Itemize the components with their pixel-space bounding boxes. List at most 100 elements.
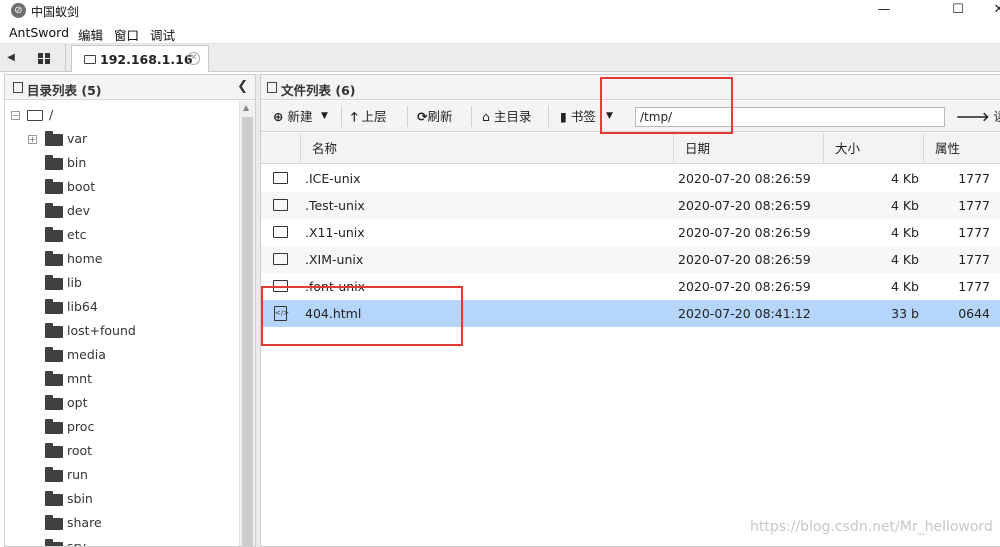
folder-outline-icon	[273, 253, 288, 265]
folder-icon	[45, 323, 63, 338]
tree-item-run[interactable]: run	[5, 463, 235, 487]
file-row[interactable]: .ICE-unix 2020-07-20 08:26:59 4 Kb 1777	[261, 165, 1000, 192]
tree-item-label: var	[67, 131, 88, 146]
column-header-attr[interactable]: 属性	[924, 133, 1000, 164]
folder-icon	[45, 419, 63, 434]
directory-panel: 目录列表 (5) ❮ − / + var bin boot dev etc home lib l…	[4, 74, 256, 547]
scroll-up-icon[interactable]: ▲	[243, 103, 249, 112]
folder-icon	[84, 55, 96, 64]
cell-attr: 1777	[958, 279, 990, 294]
tab-scroll-left-icon[interactable]: ◀	[4, 44, 18, 72]
file-row[interactable]: .Test-unix 2020-07-20 08:26:59 4 Kb 1777	[261, 192, 1000, 219]
folder-outline-icon	[273, 172, 288, 184]
tree-item-label: home	[67, 251, 103, 266]
title-bar: ⊘ 中国蚁剑 — ☐ ✕	[0, 0, 1000, 22]
highlight-box-file	[261, 286, 463, 346]
home-icon: ⌂	[482, 109, 490, 124]
column-header-date[interactable]: 日期	[674, 133, 824, 164]
tree-item-boot[interactable]: boot	[5, 175, 235, 199]
cell-name: .Test-unix	[305, 198, 365, 213]
tree-item-etc[interactable]: etc	[5, 223, 235, 247]
tree-item-dev[interactable]: dev	[5, 199, 235, 223]
tree-item-home[interactable]: home	[5, 247, 235, 271]
menu-window[interactable]: 窗口	[114, 25, 139, 44]
tab-home-grid-icon[interactable]	[22, 44, 66, 72]
file-icon	[267, 82, 277, 93]
cell-date: 2020-07-20 08:26:59	[678, 252, 811, 267]
tree-item-label: sbin	[67, 491, 93, 506]
tree-item-label: share	[67, 515, 102, 530]
column-header-name[interactable]: 名称	[301, 133, 674, 164]
file-row[interactable]: .XIM-unix 2020-07-20 08:26:59 4 Kb 1777	[261, 246, 1000, 273]
folder-icon	[45, 347, 63, 362]
file-row[interactable]: .X11-unix 2020-07-20 08:26:59 4 Kb 1777	[261, 219, 1000, 246]
tree-item-label: boot	[67, 179, 96, 194]
maximize-button[interactable]: ☐	[936, 0, 980, 22]
bookmark-button[interactable]: ▮ 书签	[560, 101, 596, 132]
plus-circle-icon: ⊕	[273, 109, 284, 124]
bookmark-button-label: 书签	[570, 109, 596, 124]
cell-size: 4 Kb	[890, 198, 919, 213]
tab-host-label: 192.168.1.16	[100, 52, 193, 67]
folder-icon	[45, 371, 63, 386]
read-button[interactable]: 🡒 读取	[956, 101, 1000, 132]
menu-debug[interactable]: 调试	[150, 25, 175, 44]
close-button[interactable]: ✕	[984, 0, 1000, 22]
cell-date: 2020-07-20 08:26:59	[678, 171, 811, 186]
tree-item-sbin[interactable]: sbin	[5, 487, 235, 511]
folder-icon	[45, 251, 63, 266]
cell-size: 4 Kb	[890, 252, 919, 267]
collapse-toggle-icon[interactable]: −	[11, 111, 20, 120]
folder-icon	[45, 395, 63, 410]
folder-outline-icon	[273, 199, 288, 211]
tree-item-lost-found[interactable]: lost+found	[5, 319, 235, 343]
tree-item-lib[interactable]: lib	[5, 271, 235, 295]
tree-item-share[interactable]: share	[5, 511, 235, 535]
tree-item-label: /	[49, 107, 54, 122]
cell-name: .XIM-unix	[305, 252, 364, 267]
refresh-button[interactable]: ⟳刷新	[417, 101, 453, 132]
tree-item-label: proc	[67, 419, 95, 434]
cell-attr: 0644	[958, 306, 990, 321]
tree-item-proc[interactable]: proc	[5, 415, 235, 439]
minimize-button[interactable]: —	[862, 0, 906, 22]
menu-edit[interactable]: 编辑	[78, 25, 103, 44]
tree-scrollbar[interactable]: ▲	[239, 101, 255, 546]
tree-item-lib64[interactable]: lib64	[5, 295, 235, 319]
column-header-size[interactable]: 大小	[824, 133, 924, 164]
tab-host[interactable]: 192.168.1.16 ✕	[71, 45, 209, 72]
watermark: https://blog.csdn.net/Mr_helloword	[750, 519, 993, 535]
read-button-label: 读取	[994, 109, 1000, 124]
tree-scrollbar-thumb[interactable]	[242, 117, 253, 546]
up-button[interactable]: 🡑 上层	[351, 101, 387, 132]
tree-item-mnt[interactable]: mnt	[5, 367, 235, 391]
cell-date: 2020-07-20 08:26:59	[678, 279, 811, 294]
folder-icon	[45, 515, 63, 530]
bookmark-icon: ▮	[560, 109, 567, 124]
cell-attr: 1777	[958, 198, 990, 213]
new-dropdown-icon[interactable]: ▼	[321, 101, 328, 132]
tree-item-label: mnt	[67, 371, 92, 386]
tree-item-label: srv	[67, 539, 87, 547]
directory-tree: − / + var bin boot dev etc home lib lib64 lost+fo…	[5, 101, 237, 547]
collapse-panel-icon[interactable]: ❮	[237, 79, 248, 94]
tab-bar: ◀ 192.168.1.16 ✕	[0, 44, 1000, 72]
new-button[interactable]: ⊕ 新建	[273, 101, 312, 132]
tree-item-var[interactable]: + var	[5, 127, 235, 151]
tree-item-bin[interactable]: bin	[5, 151, 235, 175]
expand-toggle-icon[interactable]: +	[28, 135, 37, 144]
folder-icon	[45, 467, 63, 482]
tab-close-icon[interactable]: ✕	[187, 52, 200, 65]
tree-item-label: lib64	[67, 299, 98, 314]
menu-antsword[interactable]: AntSword	[9, 25, 69, 40]
tree-item-opt[interactable]: opt	[5, 391, 235, 415]
tree-item-label: dev	[67, 203, 91, 218]
tree-item-media[interactable]: media	[5, 343, 235, 367]
tree-item-root[interactable]: − /	[5, 103, 235, 127]
window-title: 中国蚁剑	[31, 5, 80, 19]
highlight-box-path	[600, 77, 733, 134]
tree-item-root[interactable]: root	[5, 439, 235, 463]
tree-item-srv[interactable]: srv	[5, 535, 235, 547]
cell-date: 2020-07-20 08:41:12	[678, 306, 811, 321]
home-button[interactable]: ⌂ 主目录	[482, 101, 531, 132]
